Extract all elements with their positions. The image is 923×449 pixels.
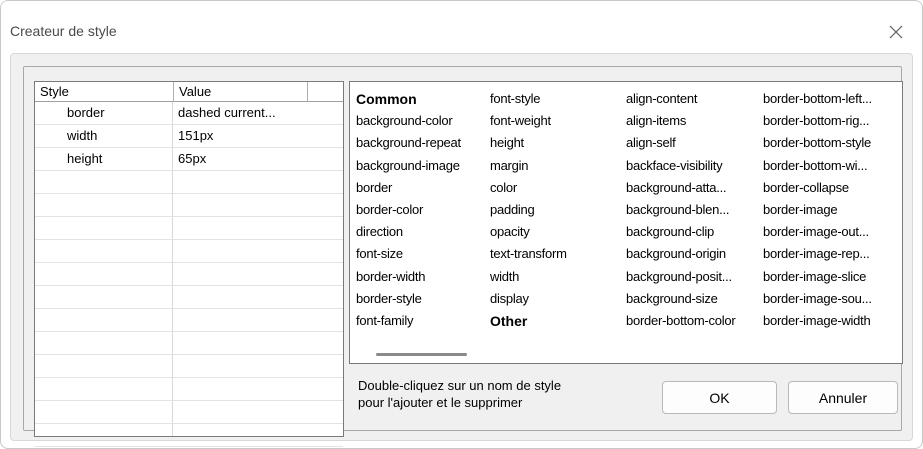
scrollbar-thumb[interactable]	[376, 353, 467, 356]
style-item[interactable]: border-bottom-rig...	[763, 110, 872, 132]
style-item[interactable]: border-image-sou...	[763, 288, 872, 310]
style-column: font-style font-weight height margin color pa…	[490, 88, 567, 332]
style-item[interactable]: direction	[356, 221, 461, 243]
row-style-name: width	[67, 128, 98, 143]
style-item[interactable]: border-bottom-wi...	[763, 155, 872, 177]
row-style-value: 65px	[178, 151, 207, 166]
style-item[interactable]: background-color	[356, 110, 461, 132]
style-item[interactable]: font-weight	[490, 110, 567, 132]
style-column: align-content align-items align-self backfa…	[626, 88, 736, 332]
table-row[interactable]	[35, 332, 343, 355]
style-item[interactable]: padding	[490, 199, 567, 221]
table-row[interactable]	[35, 309, 343, 332]
table-row[interactable]	[35, 378, 343, 401]
style-item[interactable]: align-self	[626, 132, 735, 154]
table-row[interactable]	[35, 240, 343, 263]
table-row[interactable]	[35, 171, 343, 194]
style-item[interactable]: background-blen...	[626, 199, 735, 221]
style-item[interactable]: background-atta...	[626, 177, 735, 199]
style-item[interactable]: border-width	[356, 266, 461, 288]
style-item[interactable]: width	[490, 266, 567, 288]
table-row[interactable]	[35, 286, 343, 309]
style-item[interactable]: background-image	[356, 155, 461, 177]
style-item[interactable]: background-size	[626, 288, 735, 310]
table-row[interactable]	[35, 217, 343, 240]
hint-line-1: Double-cliquez sur un nom de style	[358, 378, 562, 393]
hint-line-2: pour l'ajouter et le supprimer	[358, 395, 523, 410]
style-column: border-bottom-left... border-bottom-rig..…	[763, 88, 872, 332]
style-item[interactable]: backface-visibility	[626, 155, 735, 177]
style-item[interactable]: border-image-slice	[763, 266, 872, 288]
horizontal-scrollbar[interactable]	[350, 347, 902, 363]
window-title: Createur de style	[10, 23, 117, 39]
style-creator-dialog: Createur de style Style Value border dash…	[0, 0, 923, 449]
style-item[interactable]: border-image	[763, 199, 872, 221]
style-group-heading[interactable]: Other	[490, 310, 567, 332]
column-header-style[interactable]: Style	[35, 82, 174, 102]
style-item[interactable]: margin	[490, 155, 567, 177]
style-item[interactable]: border-collapse	[763, 177, 872, 199]
style-item[interactable]: align-content	[626, 88, 735, 110]
style-item[interactable]: border-style	[356, 288, 461, 310]
table-row[interactable]: border dashed current...	[35, 102, 343, 125]
close-button[interactable]	[881, 17, 911, 47]
style-item[interactable]: background-clip	[626, 221, 735, 243]
column-header-value[interactable]: Value	[174, 82, 308, 102]
style-list-panel[interactable]: Common background-color background-repeat b…	[349, 81, 903, 364]
style-item[interactable]: color	[490, 177, 567, 199]
cancel-button[interactable]: Annuler	[788, 381, 898, 414]
style-item[interactable]: border	[356, 177, 461, 199]
style-item[interactable]: opacity	[490, 221, 567, 243]
table-row[interactable]	[35, 424, 343, 447]
style-item[interactable]: background-repeat	[356, 132, 461, 154]
style-item[interactable]: border-color	[356, 199, 461, 221]
row-style-name: border	[67, 105, 105, 120]
property-rows: border dashed current... width 151px height 6…	[35, 102, 343, 447]
table-row[interactable]	[35, 355, 343, 378]
table-row[interactable]: height 65px	[35, 148, 343, 171]
row-style-value: dashed current...	[178, 105, 276, 120]
style-item[interactable]: border-bottom-color	[626, 310, 736, 332]
style-item[interactable]: font-size	[356, 243, 461, 265]
table-row[interactable]	[35, 194, 343, 217]
column-header-empty	[308, 82, 343, 102]
style-item[interactable]: font-style	[490, 88, 567, 110]
row-style-name: height	[67, 151, 103, 166]
style-item[interactable]: border-image-rep...	[763, 243, 872, 265]
property-list[interactable]: Style Value border dashed current... width…	[34, 81, 344, 447]
style-item[interactable]: border-bottom-left...	[763, 88, 872, 110]
dialog-body: Style Value border dashed current... width…	[10, 53, 913, 447]
style-item[interactable]: border-image-out...	[763, 221, 872, 243]
close-icon	[889, 25, 903, 39]
ok-button[interactable]: OK	[662, 381, 777, 414]
style-group-heading[interactable]: Common	[356, 88, 461, 110]
style-list: Common background-color background-repeat b…	[350, 82, 902, 347]
table-row[interactable]	[35, 263, 343, 286]
style-column: Common background-color background-repeat b…	[356, 88, 461, 332]
hint-text: Double-cliquez sur un nom de style pour …	[358, 377, 561, 411]
table-row[interactable]: width 151px	[35, 125, 343, 148]
style-item[interactable]: display	[490, 288, 567, 310]
style-item[interactable]: font-family	[356, 310, 461, 332]
style-item[interactable]: text-transform	[490, 243, 567, 265]
style-item[interactable]: height	[490, 132, 567, 154]
style-item[interactable]: background-posit...	[626, 266, 735, 288]
style-item[interactable]: border-image-width	[763, 310, 872, 332]
table-row[interactable]	[35, 401, 343, 424]
style-item[interactable]: align-items	[626, 110, 735, 132]
style-item[interactable]: border-bottom-style	[763, 132, 872, 154]
style-item[interactable]: background-origin	[626, 243, 735, 265]
row-style-value: 151px	[178, 128, 214, 143]
title-bar: Createur de style	[1, 1, 922, 53]
